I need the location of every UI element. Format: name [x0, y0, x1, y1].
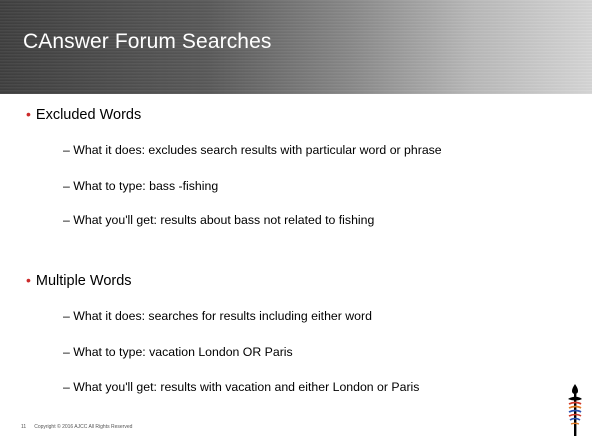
list-item: – What to type: bass -fishing	[63, 179, 219, 193]
section-heading-text: Multiple Words	[35, 273, 132, 289]
slide-footer: 11 Copyright © 2016 AJCC All Rights Reser…	[21, 424, 132, 430]
slide: CAnswer Forum Searches • Excluded Words –…	[0, 0, 592, 447]
bullet-icon: •	[26, 272, 31, 288]
list-item: – What you'll get: results about bass no…	[63, 213, 375, 227]
ajcc-torch-logo-icon	[568, 384, 582, 436]
section-heading: • Excluded Words	[26, 106, 141, 123]
page-number: 11	[21, 424, 27, 430]
section-heading-text: Excluded Words	[35, 107, 142, 123]
list-item: – What it does: excludes search results …	[63, 143, 442, 157]
list-item: – What to type: vacation London OR Paris	[63, 345, 293, 359]
slide-title: CAnswer Forum Searches	[23, 30, 272, 53]
section-heading: • Multiple Words	[26, 272, 132, 289]
title-bar: CAnswer Forum Searches	[0, 0, 592, 94]
copyright-text: Copyright © 2016 AJCC All Rights Reserve…	[34, 424, 133, 430]
list-item: – What it does: searches for results inc…	[63, 309, 372, 323]
list-item: – What you'll get: results with vacation…	[63, 380, 420, 394]
bullet-icon: •	[26, 106, 31, 122]
